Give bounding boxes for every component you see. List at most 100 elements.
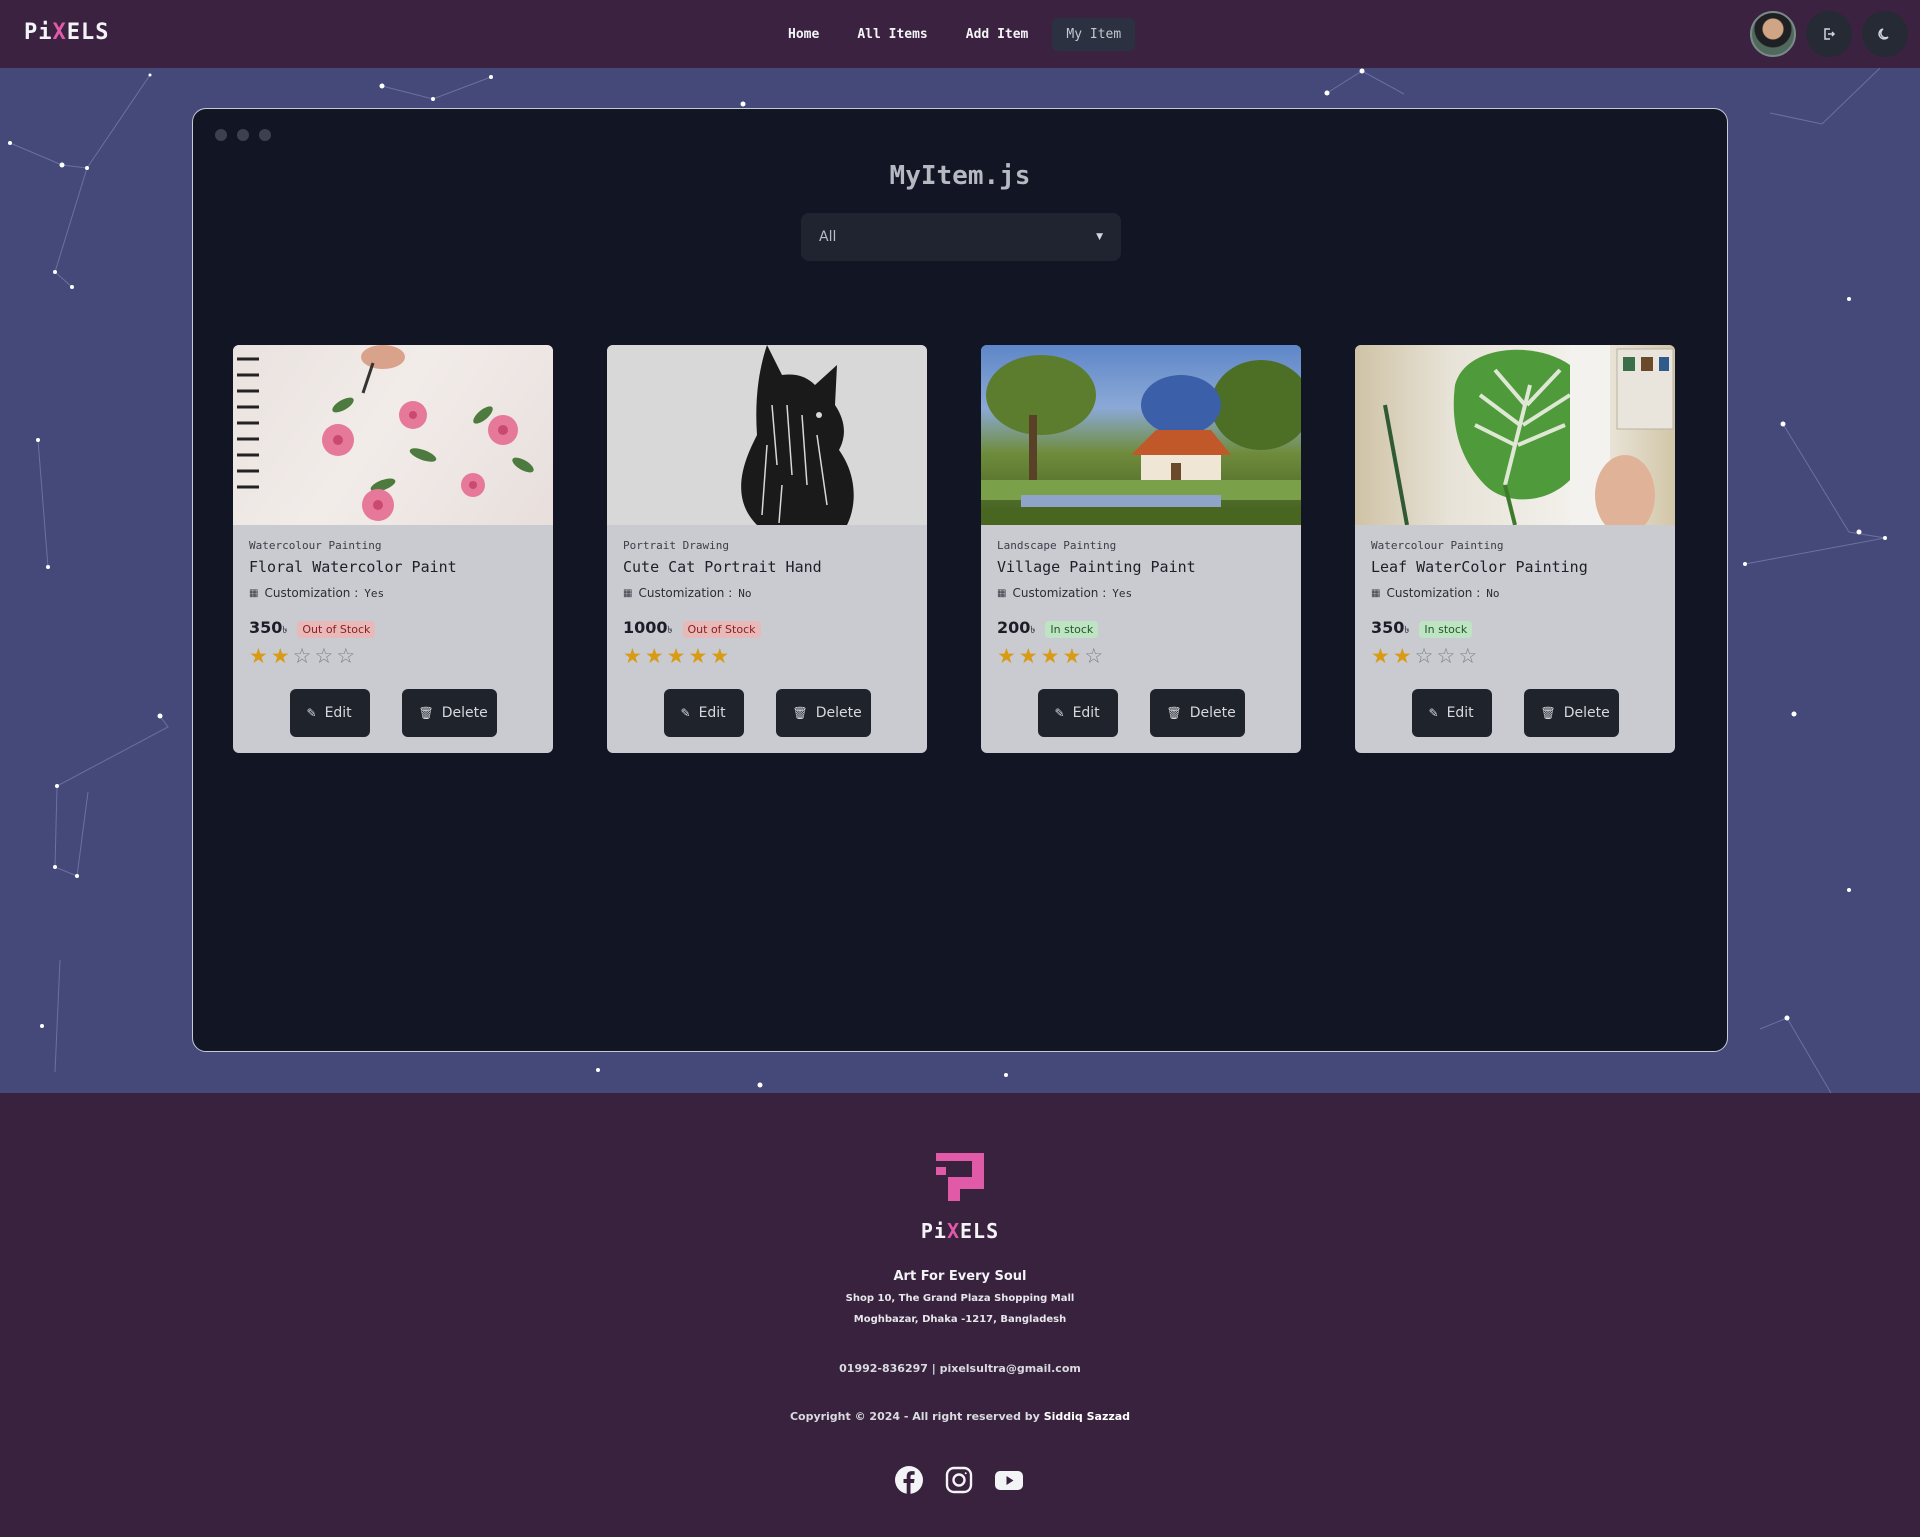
customization-row: ▦ Customization : Yes (997, 586, 1285, 600)
footer-tagline: Art For Every Soul (893, 1269, 1027, 1284)
chevron-down-icon: ▼ (1096, 232, 1103, 242)
item-card: Watercolour Painting Floral Watercolor P… (233, 345, 553, 753)
edit-icon: ✎ (1428, 706, 1439, 720)
window-dot (215, 129, 227, 141)
footer-address-line2: Moghbazar, Dhaka -1217, Bangladesh (853, 1314, 1067, 1325)
item-name: Cute Cat Portrait Hand (623, 558, 822, 576)
grid-icon: ▦ (623, 587, 633, 599)
star-filled-icon: ★ (666, 644, 686, 668)
avatar[interactable] (1750, 11, 1796, 57)
logo-text-start: Pi (920, 1219, 947, 1243)
currency-symbol: ৳ (667, 625, 673, 636)
price-amount: 350 (249, 618, 283, 637)
star-empty-icon: ☆ (1458, 644, 1478, 668)
delete-label: Delete (815, 705, 862, 721)
facebook-link[interactable] (894, 1465, 924, 1495)
floral-watercolor-image (233, 345, 553, 525)
edit-label: Edit (1072, 705, 1100, 721)
category-filter-select[interactable]: All ▼ (801, 213, 1121, 261)
edit-icon: ✎ (306, 706, 317, 720)
delete-button[interactable]: 🗑 Delete (775, 689, 871, 737)
edit-label: Edit (1446, 705, 1474, 721)
customization-row: ▦ Customization : No (1371, 586, 1659, 600)
youtube-link[interactable] (994, 1465, 1024, 1495)
delete-label: Delete (1189, 705, 1236, 721)
star-filled-icon: ★ (644, 644, 664, 668)
star-empty-icon: ☆ (1414, 644, 1434, 668)
social-links (894, 1465, 1024, 1495)
customization-value: Yes (1112, 586, 1133, 600)
nav-link-home[interactable]: Home (774, 18, 833, 51)
customization-value: No (738, 586, 752, 600)
item-name: Village Painting Paint (997, 558, 1196, 576)
delete-button[interactable]: 🗑 Delete (401, 689, 497, 737)
currency-symbol: ৳ (282, 625, 288, 636)
my-items-window: MyItem.js All ▼ Watercolour Painting Flo… (192, 108, 1728, 1052)
theme-toggle-button[interactable] (1862, 11, 1908, 57)
logo-text-end: ELS (66, 20, 110, 45)
rating-stars: ★ ★ ★ ★ ★ (623, 644, 911, 668)
star-empty-icon: ☆ (336, 644, 356, 668)
cat-portrait-image (607, 345, 927, 525)
price-amount: 1000 (623, 618, 668, 637)
edit-button[interactable]: ✎ Edit (289, 689, 370, 737)
item-price: 1000৳ (623, 618, 673, 640)
star-filled-icon: ★ (1040, 644, 1060, 668)
nav-link-all-items[interactable]: All Items (843, 18, 941, 51)
price-row: 1000৳ Out of Stock (623, 618, 911, 640)
page-title: MyItem.js (889, 161, 1031, 191)
item-card: Landscape Painting Village Painting Pain… (981, 345, 1301, 753)
star-filled-icon: ★ (623, 644, 642, 668)
rating-stars: ★ ★ ★ ★ ☆ (997, 644, 1285, 668)
delete-button[interactable]: 🗑 Delete (1523, 689, 1619, 737)
item-category: Watercolour Painting (1371, 539, 1504, 552)
stock-badge: Out of Stock (297, 620, 376, 638)
price-row: 350৳ In stock (1371, 618, 1659, 640)
edit-icon: ✎ (1054, 706, 1065, 720)
customization-label: Customization : (1386, 586, 1481, 600)
footer-copyright: Copyright © 2024 - All right reserved by… (0, 1410, 1920, 1423)
item-card-list: Watercolour Painting Floral Watercolor P… (233, 345, 1675, 753)
price-amount: 200 (997, 618, 1031, 637)
star-empty-icon: ☆ (292, 644, 312, 668)
instagram-icon (945, 1466, 973, 1494)
currency-symbol: ৳ (1404, 625, 1410, 636)
star-empty-icon: ☆ (314, 644, 334, 668)
grid-icon: ▦ (249, 587, 259, 599)
edit-button[interactable]: ✎ Edit (1037, 689, 1118, 737)
customization-label: Customization : (264, 586, 359, 600)
customization-label: Customization : (638, 586, 733, 600)
moon-icon (1878, 28, 1889, 40)
trash-icon: 🗑 (1540, 706, 1556, 720)
edit-icon: ✎ (680, 706, 691, 720)
stock-badge: In stock (1419, 620, 1473, 638)
star-filled-icon: ★ (270, 644, 290, 668)
edit-label: Edit (698, 705, 726, 721)
window-dot (259, 129, 271, 141)
star-filled-icon: ★ (1371, 644, 1390, 668)
item-card: Watercolour Painting Leaf WaterColor Pai… (1355, 345, 1675, 753)
nav-link-my-item[interactable]: My Item (1052, 17, 1136, 51)
delete-label: Delete (441, 705, 488, 721)
nav-link-add-item[interactable]: Add Item (952, 18, 1043, 51)
village-landscape-image (981, 345, 1301, 525)
instagram-link[interactable] (944, 1465, 974, 1495)
star-filled-icon: ★ (1062, 644, 1082, 668)
star-filled-icon: ★ (997, 644, 1016, 668)
site-logo[interactable]: PiXELS (24, 20, 110, 45)
star-filled-icon: ★ (1392, 644, 1412, 668)
logo-text-x: X (946, 1219, 960, 1243)
footer: PiXELS Art For Every Soul Shop 10, The G… (0, 1093, 1920, 1537)
edit-button[interactable]: ✎ Edit (1411, 689, 1492, 737)
item-name: Leaf WaterColor Painting (1371, 558, 1588, 576)
edit-button[interactable]: ✎ Edit (663, 689, 744, 737)
card-actions: ✎ Edit 🗑 Delete (607, 689, 927, 737)
delete-button[interactable]: 🗑 Delete (1149, 689, 1245, 737)
card-actions: ✎ Edit 🗑 Delete (981, 689, 1301, 737)
star-empty-icon: ☆ (1084, 644, 1104, 668)
logout-button[interactable] (1806, 11, 1852, 57)
logo-text-end: ELS (960, 1219, 1000, 1243)
customization-value: Yes (364, 586, 385, 600)
pixels-logo-icon (936, 1153, 984, 1201)
stock-badge: Out of Stock (682, 620, 761, 638)
